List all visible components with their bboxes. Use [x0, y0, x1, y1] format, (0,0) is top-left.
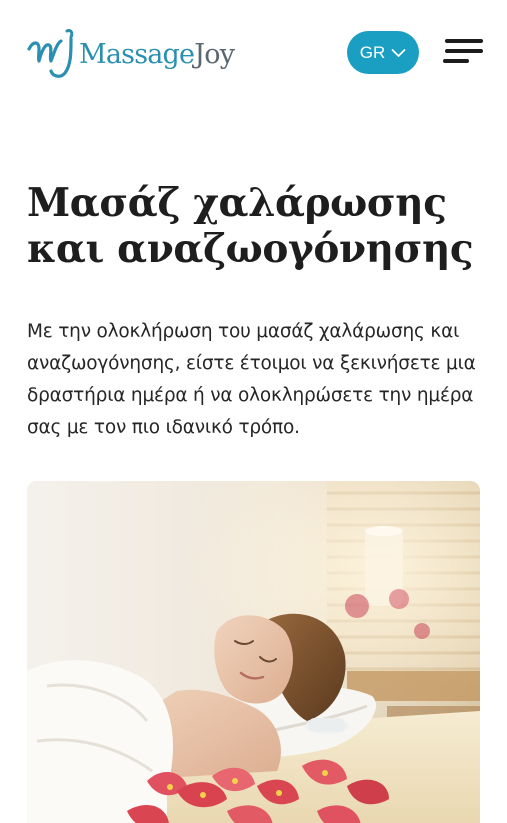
- menu-line: [443, 59, 469, 63]
- menu-line: [445, 49, 483, 53]
- page-title: Μασάζ χαλάρωσης και αναζωογόνησης: [27, 180, 474, 272]
- massage-photo-illustration: [27, 481, 480, 823]
- site-header: MassageJoy GR: [0, 0, 507, 105]
- chevron-down-icon: [391, 48, 406, 57]
- hero-image: [27, 481, 480, 823]
- logo-brand-part2: Joy: [194, 38, 235, 70]
- language-label: GR: [359, 42, 386, 62]
- menu-line: [445, 39, 483, 43]
- massagejoy-logo[interactable]: MassageJoy: [27, 27, 235, 79]
- mj-brush-logo-icon: [27, 29, 74, 78]
- logo-wordmark: MassageJoy: [79, 38, 235, 70]
- hamburger-menu-icon[interactable]: [443, 37, 483, 69]
- logo-brand-part1: Massage: [79, 38, 195, 70]
- intro-paragraph: Με την ολοκλήρωση του μασάζ χαλάρωσης κα…: [27, 321, 476, 438]
- language-selector-button[interactable]: GR: [347, 31, 419, 74]
